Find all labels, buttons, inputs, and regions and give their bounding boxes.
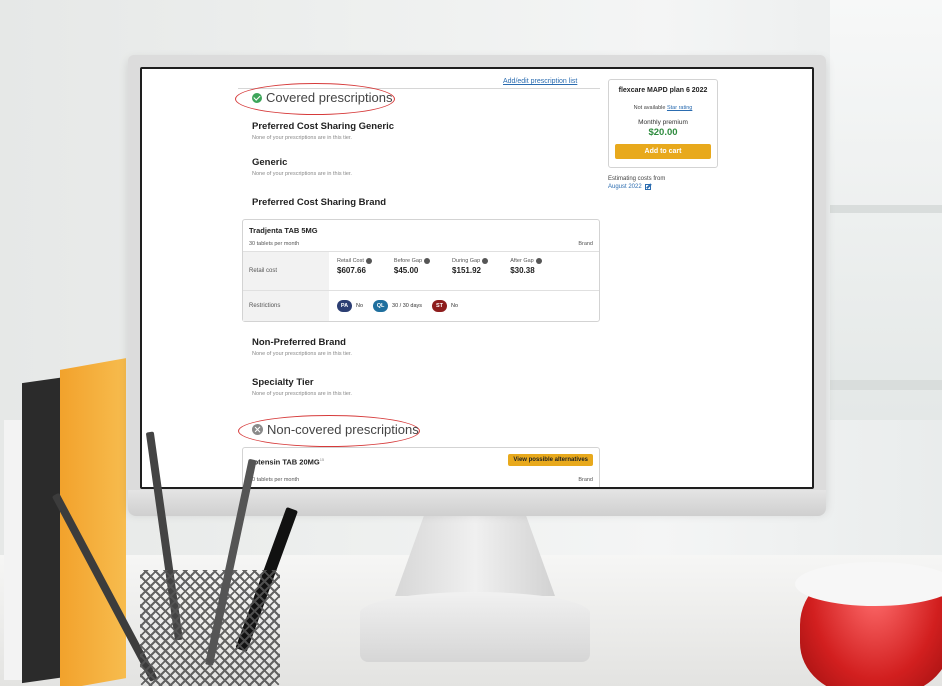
- edit-icon[interactable]: [644, 184, 651, 190]
- cost-retail: Retail Cost $607.66: [337, 258, 372, 284]
- tier-note: None of your prescriptions are in this t…: [252, 351, 352, 357]
- tier-name: Specialty Tier: [252, 377, 314, 388]
- cost-after-gap: After Gap $30.38: [510, 258, 542, 284]
- restrictions-row: Restrictions PA No QL 30 / 30 days ST No: [243, 290, 599, 321]
- drug-name: Tradjenta TAB 5MG: [249, 226, 318, 235]
- cost-before-gap: Before Gap $45.00: [393, 258, 431, 284]
- cost-during-gap: During Gap $151.92: [452, 258, 489, 284]
- cost-columns: Retail Cost $607.66 Before Gap $45.00 Du…: [329, 252, 599, 290]
- row-label: Retail cost: [243, 252, 329, 290]
- drug-quantity: 30 tablets per month: [249, 476, 300, 483]
- plan-name: flexcare MAPD plan 6 2022: [618, 87, 708, 94]
- monitor-chin: [128, 490, 826, 516]
- tier-name: Generic: [252, 157, 288, 168]
- drug-subline: 30 tablets per month Brand: [243, 473, 599, 487]
- tier-note: None of your prescriptions are in this t…: [252, 171, 352, 177]
- plan-card: flexcare MAPD plan 6 2022 Not available …: [608, 79, 718, 168]
- window-mullion: [830, 380, 942, 390]
- info-icon[interactable]: [535, 258, 542, 264]
- non-covered-section-title: Non-covered prescriptions: [252, 422, 419, 437]
- add-to-cart-button[interactable]: Add to cart: [615, 144, 711, 159]
- drug-card-tradjenta: Tradjenta TAB 5MG 30 tablets per month B…: [242, 219, 600, 322]
- info-icon[interactable]: [424, 258, 431, 264]
- tier-note: None of your prescriptions are in this t…: [252, 135, 352, 141]
- info-icon[interactable]: [365, 258, 372, 264]
- drug-card-lotensin: Lotensin TAB 20MG15 View possible altern…: [242, 447, 600, 487]
- monitor-screen: Add/edit prescription list Covered presc…: [142, 69, 812, 487]
- non-covered-title-text: Non-covered prescriptions: [267, 422, 419, 437]
- tier-name: Preferred Cost Sharing Generic: [252, 121, 395, 132]
- restriction-ql: QL 30 / 30 days: [373, 300, 422, 312]
- drug-superscript: 15: [319, 457, 325, 462]
- restriction-st: ST No: [432, 300, 458, 312]
- restriction-list: PA No QL 30 / 30 days ST No: [329, 291, 599, 321]
- covered-section-title: Covered prescriptions: [252, 90, 392, 105]
- estimate-label: Estimating costs from: [608, 176, 666, 182]
- drug-plan-page: Add/edit prescription list Covered presc…: [142, 69, 812, 487]
- check-circle-icon: [252, 92, 262, 103]
- premium-value: $20.00: [648, 127, 678, 138]
- tier-name: Non-Preferred Brand: [252, 337, 346, 348]
- drug-name: Lotensin TAB 20MG15: [249, 457, 325, 467]
- tier-non-preferred-brand: Non-Preferred Brand None of your prescri…: [252, 337, 352, 357]
- premium-label: Monthly premium: [638, 119, 688, 126]
- tier-preferred-generic: Preferred Cost Sharing Generic None of y…: [252, 121, 394, 141]
- tier-preferred-brand: Preferred Cost Sharing Brand: [252, 197, 386, 208]
- cost-label: Retail Cost: [337, 258, 364, 264]
- tier-name: Preferred Cost Sharing Brand: [252, 197, 387, 208]
- x-circle-icon: [252, 424, 263, 435]
- monitor-base: [360, 592, 590, 662]
- drug-quantity: 30 tablets per month: [249, 241, 300, 247]
- cost-label: After Gap: [510, 258, 534, 264]
- drug-card-header: Lotensin TAB 20MG15 View possible altern…: [243, 448, 599, 467]
- cost-value: $30.38: [510, 266, 535, 275]
- st-badge[interactable]: ST: [432, 300, 447, 312]
- cost-value: $45.00: [393, 266, 419, 275]
- tier-note: None of your prescriptions are in this t…: [252, 391, 352, 397]
- window-mullion: [830, 205, 942, 213]
- info-icon[interactable]: [482, 258, 489, 264]
- drug-card-header: Tradjenta TAB 5MG 30 tablets per month B…: [243, 220, 599, 251]
- cost-value: $151.92: [452, 266, 481, 275]
- drug-type: Brand: [578, 241, 593, 247]
- drug-subline: 30 tablets per month Brand: [249, 241, 593, 251]
- tier-generic: Generic None of your prescriptions are i…: [252, 157, 352, 177]
- pa-badge[interactable]: PA: [337, 300, 352, 312]
- tier-specialty: Specialty Tier None of your prescription…: [252, 377, 352, 397]
- covered-title-text: Covered prescriptions: [266, 90, 393, 105]
- cost-value: $607.66: [337, 266, 366, 275]
- drug-type: Brand: [578, 476, 593, 483]
- pen-holder: [140, 570, 280, 686]
- monitor-stand: [395, 516, 555, 596]
- star-rating-line: Not available Star rating: [633, 105, 693, 111]
- edit-prescription-link[interactable]: Add/edit prescription list: [503, 78, 577, 85]
- view-alternatives-button[interactable]: View possible alternatives: [508, 454, 593, 466]
- monitor: Add/edit prescription list Covered presc…: [128, 55, 826, 510]
- cup-rim: [795, 562, 942, 606]
- restriction-pa: PA No: [337, 300, 363, 312]
- plan-sidebar: flexcare MAPD plan 6 2022 Not available …: [608, 79, 718, 190]
- row-label: Restrictions: [243, 291, 329, 321]
- cost-label: During Gap: [452, 258, 481, 264]
- retail-cost-row: Retail cost Retail Cost $607.66 Before G…: [243, 251, 599, 290]
- photo-scene: Add/edit prescription list Covered presc…: [0, 0, 942, 686]
- cost-label: Before Gap: [393, 258, 423, 264]
- star-rating-link[interactable]: Star rating: [667, 105, 692, 111]
- estimate-date[interactable]: August 2022: [608, 184, 718, 190]
- ql-badge[interactable]: QL: [373, 300, 389, 312]
